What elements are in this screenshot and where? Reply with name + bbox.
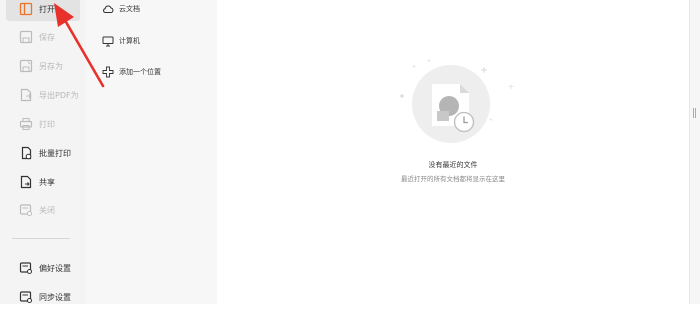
menu-item-label: 导出PDF为: [39, 90, 79, 100]
menu-item-save[interactable]: 保存: [6, 25, 80, 49]
menu-divider: [12, 238, 70, 239]
save-icon: [17, 28, 35, 46]
cloud-icon: [101, 2, 115, 16]
sync-settings-icon: [17, 288, 35, 306]
close-document-icon: [17, 201, 35, 219]
recent-files-area: 没有最近的文件 最近打开的所有文档都将显示在这里: [217, 0, 689, 304]
menu-item-label: 保存: [39, 32, 55, 42]
menu-item-label: 另存为: [39, 61, 63, 71]
right-edge-scrollbar[interactable]: [689, 0, 700, 304]
menu-item-label: 批量打印: [39, 148, 71, 158]
menu-item-open[interactable]: 打开: [6, 0, 80, 21]
location-computer[interactable]: 计算机: [96, 30, 211, 52]
menu-item-sync-settings[interactable]: 同步设置: [6, 285, 80, 309]
location-label: 添加一个位置: [119, 68, 161, 76]
menu-item-share[interactable]: 共享: [6, 170, 80, 194]
menu-item-label: 同步设置: [39, 292, 71, 302]
open-icon: [17, 0, 35, 18]
empty-state-subtitle: 最近打开的所有文档都将显示在这里: [401, 175, 505, 183]
location-label: 云文档: [119, 5, 140, 13]
preferences-icon: [17, 259, 35, 277]
menu-item-close[interactable]: 关闭: [6, 198, 80, 222]
menu-item-preferences[interactable]: 偏好设置: [6, 256, 80, 280]
file-menu: 打开 保存 另存为 导出PDF为 打印 批量打印 共享 关闭 偏好设置 同步设置: [0, 0, 86, 304]
location-cloud-docs[interactable]: 云文档: [96, 0, 211, 20]
menu-item-save-as[interactable]: 另存为: [6, 54, 80, 78]
location-label: 计算机: [119, 37, 140, 45]
empty-state-title: 没有最近的文件: [428, 161, 478, 169]
menu-item-batch-print[interactable]: 批量打印: [6, 141, 80, 165]
menu-item-label: 打印: [39, 119, 55, 129]
locations-panel: 云文档 计算机 添加一个位置: [86, 0, 217, 304]
menu-item-export-pdf[interactable]: 导出PDF为: [6, 83, 80, 107]
empty-recent-illustration: [400, 59, 514, 143]
batch-print-icon: [17, 144, 35, 162]
menu-item-label: 共享: [39, 177, 55, 187]
add-location-icon: [101, 65, 115, 79]
menu-item-label: 关闭: [39, 205, 55, 215]
resize-handle-icon[interactable]: [693, 108, 696, 118]
save-as-icon: [17, 57, 35, 75]
printer-icon: [17, 115, 35, 133]
menu-item-label: 打开: [39, 4, 55, 14]
computer-icon: [101, 34, 115, 48]
share-icon: [17, 173, 35, 191]
menu-item-label: 偏好设置: [39, 263, 71, 273]
location-add[interactable]: 添加一个位置: [96, 61, 211, 83]
export-pdf-icon: [17, 86, 35, 104]
menu-item-print[interactable]: 打印: [6, 112, 80, 136]
